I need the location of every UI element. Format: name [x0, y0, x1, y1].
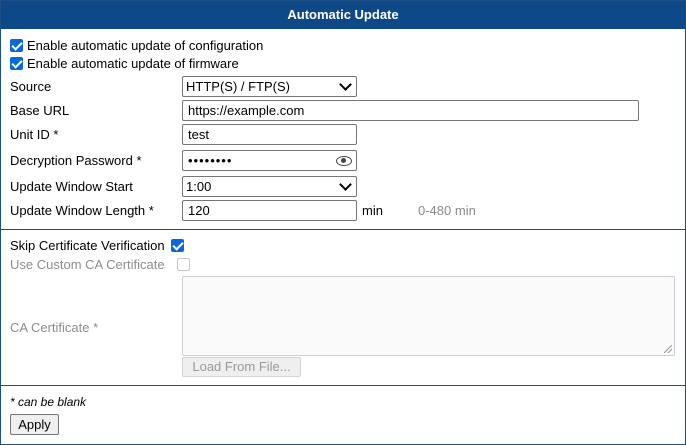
enable-firmware-checkbox[interactable]	[10, 57, 23, 70]
enable-firmware-row[interactable]: Enable automatic update of firmware	[10, 56, 239, 71]
window-start-select[interactable]: 1:00	[182, 176, 357, 197]
ca-certificate-label: CA Certificate *	[10, 320, 99, 335]
window-length-unit: min	[362, 203, 383, 218]
enable-firmware-label: Enable automatic update of firmware	[27, 56, 239, 71]
password-mask: ••••••••	[188, 153, 233, 168]
window-length-value: 120	[188, 203, 210, 218]
base-url-value: https://example.com	[188, 103, 305, 118]
load-from-file-button[interactable]: Load From File...	[182, 357, 301, 377]
decryption-password-input[interactable]: ••••••••	[182, 150, 357, 171]
source-select[interactable]: HTTP(S) / FTP(S)	[182, 76, 357, 97]
custom-ca-checkbox[interactable]	[176, 258, 190, 271]
window-start-value: 1:00	[186, 179, 212, 194]
skip-verification-checkbox[interactable]	[170, 239, 184, 252]
eye-icon[interactable]	[336, 155, 352, 166]
chevron-down-icon	[339, 178, 352, 191]
enable-config-label: Enable automatic update of configuration	[27, 38, 264, 53]
base-url-input[interactable]: https://example.com	[182, 100, 639, 121]
ca-certificate-textarea[interactable]	[182, 276, 675, 356]
skip-verification-row[interactable]: Skip Certificate Verification	[10, 238, 184, 253]
section-divider	[1, 229, 685, 230]
blank-note: * can be blank	[10, 395, 87, 409]
custom-ca-label: Use Custom CA Certificate	[10, 257, 165, 272]
source-value: HTTP(S) / FTP(S)	[186, 79, 290, 94]
footer-divider	[1, 385, 685, 386]
window-length-label: Update Window Length *	[10, 203, 154, 218]
enable-config-checkbox[interactable]	[10, 39, 23, 52]
base-url-label: Base URL	[10, 103, 70, 118]
window-length-hint: 0-480 min	[418, 203, 476, 218]
automatic-update-panel: Automatic Update Enable automatic update…	[0, 0, 686, 445]
window-length-input[interactable]: 120	[182, 200, 357, 221]
unit-id-value: test	[188, 127, 209, 142]
window-start-label: Update Window Start	[10, 179, 133, 194]
source-label: Source	[10, 79, 52, 94]
enable-config-row[interactable]: Enable automatic update of configuration	[10, 38, 263, 53]
custom-ca-row: Use Custom CA Certificate	[10, 257, 190, 272]
apply-button[interactable]: Apply	[10, 414, 59, 435]
unit-id-label: Unit ID *	[10, 127, 59, 142]
chevron-down-icon	[339, 78, 352, 91]
unit-id-input[interactable]: test	[182, 124, 357, 145]
panel-title: Automatic Update	[1, 1, 685, 29]
decryption-password-label: Decryption Password *	[10, 153, 142, 168]
skip-verification-label: Skip Certificate Verification	[10, 238, 165, 253]
resize-grip-icon[interactable]	[664, 345, 672, 353]
